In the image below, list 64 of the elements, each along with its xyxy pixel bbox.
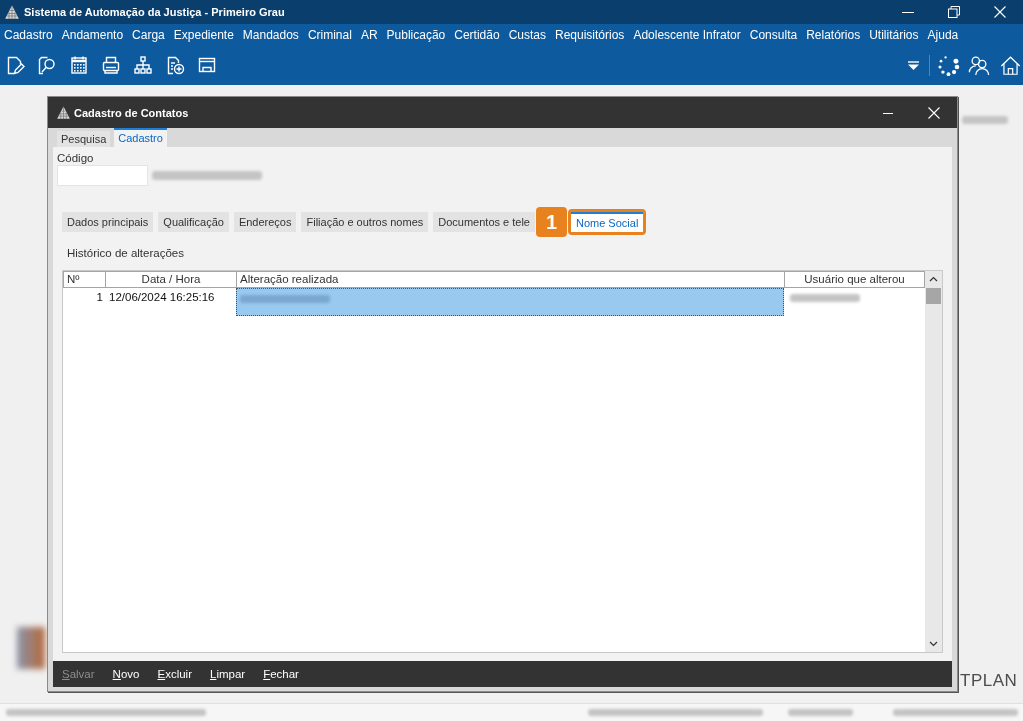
search-document-icon[interactable] <box>37 55 57 75</box>
loading-spinner-icon[interactable] <box>937 53 960 77</box>
blurred-text <box>788 709 853 716</box>
menu-item[interactable]: AR <box>360 27 378 42</box>
window-icon[interactable] <box>197 55 217 75</box>
calendar-icon[interactable] <box>69 55 89 75</box>
menu-item[interactable]: Mandados <box>242 27 299 42</box>
pyramid-logo-icon <box>5 5 19 19</box>
restore-icon[interactable] <box>948 6 960 18</box>
menu-item[interactable]: Carga <box>132 27 165 42</box>
column-header[interactable]: Data / Hora <box>106 272 237 287</box>
pyramid-logo-icon <box>57 106 70 119</box>
dialog-title: Cadastro de Contatos <box>74 106 189 119</box>
printer-icon[interactable] <box>101 55 121 75</box>
menu-item[interactable]: Adolescente Infrator <box>633 27 741 42</box>
column-header[interactable]: Nº <box>64 272 106 287</box>
action-button[interactable]: Novo <box>112 668 140 680</box>
section-label: Histórico de alterações <box>67 247 185 260</box>
table-cell-text: 1 <box>95 290 104 305</box>
menu-item[interactable]: Certidão <box>454 27 500 42</box>
column-header[interactable]: Usuário que alterou <box>785 272 924 287</box>
scrollbar[interactable] <box>925 271 942 652</box>
menu-item[interactable]: Relatórios <box>806 27 861 42</box>
blurred-text <box>962 116 1008 124</box>
menu-item[interactable]: Utilitários <box>869 27 919 42</box>
menu-item[interactable]: Cadastro <box>4 27 53 42</box>
scrollbar-thumb[interactable] <box>926 288 941 304</box>
dropdown-icon[interactable] <box>908 60 919 70</box>
menu-item[interactable]: Criminal <box>307 27 352 42</box>
action-button[interactable]: Excluir <box>157 668 192 680</box>
menu-item[interactable]: Custas <box>508 27 546 42</box>
column-header[interactable]: Alteração realizada <box>237 272 785 287</box>
tab[interactable]: Dados principais <box>62 212 154 232</box>
menu-item[interactable]: Publicação <box>386 27 446 42</box>
menu-item[interactable]: Ajuda <box>927 27 959 42</box>
action-button[interactable]: Fechar <box>263 668 299 680</box>
tab[interactable]: Documentos e tele <box>433 212 535 232</box>
users-icon[interactable] <box>968 54 990 76</box>
table-cell[interactable] <box>236 288 784 316</box>
edit-document-icon[interactable] <box>5 55 25 75</box>
input-field[interactable] <box>57 165 148 186</box>
menu-item[interactable]: Requisitórios <box>555 27 625 42</box>
menu-item[interactable]: Andamento <box>61 27 124 42</box>
tab[interactable]: Filiação e outros nomes <box>301 212 429 232</box>
document-plus-icon[interactable] <box>165 55 185 75</box>
logo-text: TPLAN <box>960 671 1018 691</box>
close-icon[interactable] <box>928 106 940 119</box>
action-button[interactable]: Limpar <box>210 668 246 680</box>
window-title: Sistema de Automação da Justiça - Primeiro Grau <box>24 6 285 18</box>
field-label: Código <box>57 151 95 165</box>
home-icon[interactable] <box>1000 54 1021 76</box>
menu-item[interactable]: Consulta <box>749 27 798 42</box>
table-cell-text: 12/06/2024 16:25:16 <box>108 290 216 305</box>
close-icon[interactable] <box>994 6 1006 18</box>
tab[interactable]: Pesquisa <box>57 131 111 147</box>
tab[interactable]: Nome Social <box>570 212 644 232</box>
photo-placeholder <box>17 627 45 669</box>
tab[interactable]: Qualificação <box>158 212 229 232</box>
blurred-text <box>790 294 860 302</box>
menu-item[interactable]: Expediente <box>173 27 234 42</box>
org-chart-icon[interactable] <box>133 55 153 75</box>
tab[interactable]: Endereços <box>233 212 297 232</box>
tab[interactable]: Cadastro <box>114 128 167 147</box>
step-marker: 1 <box>535 207 567 237</box>
